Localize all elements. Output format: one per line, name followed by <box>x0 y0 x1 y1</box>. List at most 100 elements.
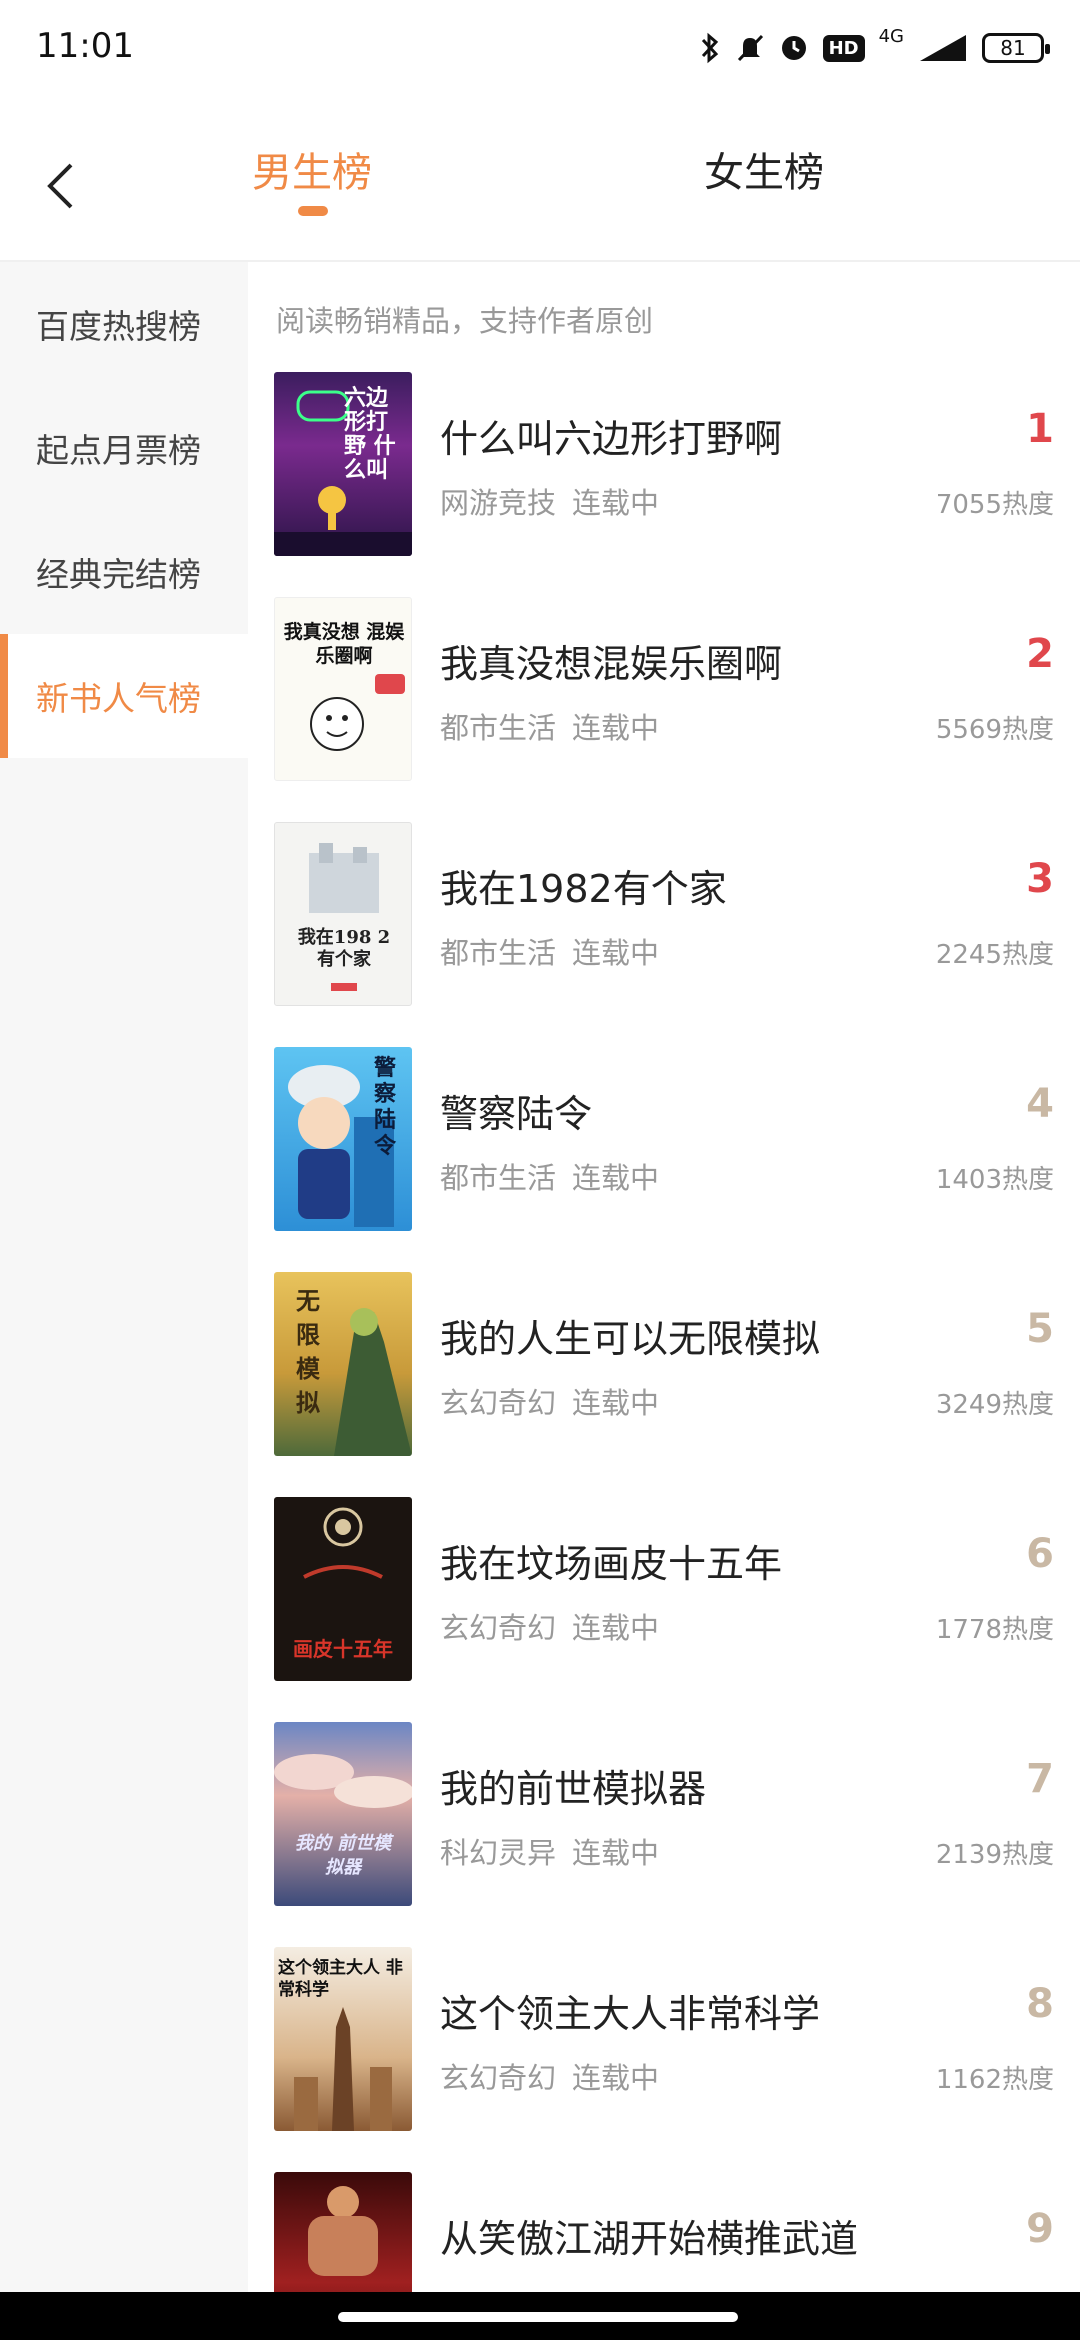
book-meta: 都市生活 连载中 <box>440 705 659 747</box>
book-status: 连载中 <box>572 1161 660 1195</box>
top-header: 男生榜 女生榜 <box>0 96 1080 262</box>
book-cover: 警察陆令 <box>274 1047 412 1231</box>
rank-number: 5 <box>1026 1306 1054 1352</box>
rank-number: 2 <box>1026 631 1054 677</box>
book-genre: 科幻灵异 <box>440 1836 557 1870</box>
book-cover: 我在198 2有个家 <box>274 822 412 1006</box>
book-cover: 画皮十五年 <box>274 1497 412 1681</box>
alarm-icon <box>781 36 806 60</box>
book-title: 什么叫六边形打野啊 <box>440 417 783 461</box>
cover-art <box>308 2186 378 2276</box>
book-row[interactable]: 画皮十五年 我在坟场画皮十五年 玄幻奇幻 连载中 6 1778热度 <box>248 1497 1080 1722</box>
heat-count: 7055热度 <box>935 490 1054 520</box>
book-genre: 网游竞技 <box>440 486 557 520</box>
list-subtitle: 阅读畅销精品，支持作者原创 <box>276 304 654 338</box>
book-title: 从笑傲江湖开始横推武道 <box>440 2217 859 2261</box>
book-meta: 玄幻奇幻 连载中 <box>440 1605 659 1647</box>
book-row[interactable]: 六边形打野 什么叫 什么叫六边形打野啊 网游竞技 连载中 1 7055热度 <box>248 372 1080 597</box>
sidebar-item-classic-finished[interactable]: 经典完结榜 <box>0 510 248 634</box>
heat-count: 1778热度 <box>935 1615 1054 1645</box>
cover-text: 警察陆令 <box>374 1055 397 1159</box>
book-cover: 我的 前世模拟器 <box>274 1722 412 1906</box>
book-status: 连载中 <box>572 711 660 745</box>
signal-icon <box>920 35 966 61</box>
heat-count: 1162热度 <box>935 2065 1054 2095</box>
book-title: 这个领主大人非常科学 <box>440 1992 821 2036</box>
cover-text: 我在198 2有个家 <box>297 927 391 970</box>
rank-number: 9 <box>1026 2206 1054 2252</box>
book-row[interactable]: 这个领主大人 非常科学 这个领主大人非常科学 玄幻奇幻 连载中 8 1162热度 <box>248 1947 1080 2172</box>
book-meta: 玄幻奇幻 连载中 <box>440 2055 659 2097</box>
book-genre: 都市生活 <box>440 711 557 745</box>
book-title: 警察陆令 <box>440 1092 593 1136</box>
sidebar-item-baidu-hot[interactable]: 百度热搜榜 <box>0 262 248 386</box>
book-cover <box>274 2172 412 2292</box>
status-icons: HD 4G 81 <box>699 24 1050 72</box>
back-arrow-icon <box>47 163 73 209</box>
book-status: 连载中 <box>572 936 660 970</box>
cover-text: 画皮十五年 <box>293 1637 393 1661</box>
bluetooth-icon <box>701 32 718 64</box>
book-row[interactable]: 我在198 2有个家 我在1982有个家 都市生活 连载中 3 2245热度 <box>248 822 1080 1047</box>
book-status: 连载中 <box>572 1836 660 1870</box>
book-row[interactable]: 我的 前世模拟器 我的前世模拟器 科幻灵异 连载中 7 2139热度 <box>248 1722 1080 1947</box>
book-meta: 科幻灵异 连载中 <box>440 1830 659 1872</box>
book-cover: 我真没想 混娱乐圈啊 <box>274 597 412 781</box>
heat-count: 2139热度 <box>935 1840 1054 1870</box>
book-row[interactable]: 警察陆令 警察陆令 都市生活 连载中 4 1403热度 <box>248 1047 1080 1272</box>
book-title: 我的人生可以无限模拟 <box>440 1317 821 1361</box>
rank-number: 7 <box>1026 1756 1054 1802</box>
book-cover: 无限模拟 <box>274 1272 412 1456</box>
sidebar-item-qidian-monthly[interactable]: 起点月票榜 <box>0 386 248 510</box>
cover-text: 这个领主大人 非常科学 <box>278 1958 403 2000</box>
rank-number: 3 <box>1026 856 1054 902</box>
book-title: 我在1982有个家 <box>440 867 727 911</box>
hd-icon: HD <box>822 34 865 62</box>
book-title: 我真没想混娱乐圈啊 <box>440 642 783 686</box>
rank-number: 6 <box>1026 1531 1054 1577</box>
book-meta: 网游竞技 连载中 <box>440 480 659 522</box>
tab-active-indicator <box>298 206 328 216</box>
book-genre: 都市生活 <box>440 1161 557 1195</box>
rank-number: 4 <box>1026 1081 1054 1127</box>
heat-count: 3249热度 <box>935 1390 1054 1420</box>
home-indicator[interactable] <box>338 2312 738 2322</box>
tab-female-ranking[interactable]: 女生榜 <box>704 140 824 198</box>
book-status: 连载中 <box>572 1386 660 1420</box>
battery-level: 81 <box>1000 36 1026 60</box>
book-title: 我的前世模拟器 <box>440 1767 707 1811</box>
status-time: 11:01 <box>36 26 134 66</box>
rank-number: 1 <box>1026 406 1054 452</box>
cover-text: 六边形打野 什么叫 <box>344 385 396 483</box>
book-status: 连载中 <box>572 486 660 520</box>
book-meta: 都市生活 连载中 <box>440 1155 659 1197</box>
book-genre: 玄幻奇幻 <box>440 1386 557 1420</box>
book-status: 连载中 <box>572 1611 660 1645</box>
book-title: 我在坟场画皮十五年 <box>440 1542 783 1586</box>
book-genre: 玄幻奇幻 <box>440 1611 557 1645</box>
category-sidebar: 百度热搜榜 起点月票榜 经典完结榜 新书人气榜 <box>0 262 248 2292</box>
book-row[interactable]: 从笑傲江湖开始横推武道 9 <box>248 2172 1080 2292</box>
mute-icon <box>737 34 763 62</box>
book-cover: 六边形打野 什么叫 <box>274 372 412 556</box>
heat-count: 2245热度 <box>935 940 1054 970</box>
sidebar-item-new-book-popular[interactable]: 新书人气榜 <box>0 634 248 758</box>
cover-text: 无限模拟 <box>296 1286 320 1417</box>
cover-art <box>309 843 379 991</box>
tab-male-ranking[interactable]: 男生榜 <box>252 140 372 198</box>
status-bar: 11:01 HD 4G 81 <box>0 0 1080 96</box>
book-status: 连载中 <box>572 2061 660 2095</box>
back-button[interactable] <box>30 146 90 226</box>
book-row[interactable]: 我真没想 混娱乐圈啊 我真没想混娱乐圈啊 都市生活 连载中 2 5569热度 <box>248 597 1080 822</box>
heat-count: 5569热度 <box>935 715 1054 745</box>
battery-icon: 81 <box>982 33 1050 63</box>
network-type: 4G <box>878 25 904 47</box>
heat-count: 1403热度 <box>935 1165 1054 1195</box>
book-genre: 都市生活 <box>440 936 557 970</box>
rank-number: 8 <box>1026 1981 1054 2027</box>
cover-text: 我的 前世模拟器 <box>294 1833 392 1878</box>
book-row[interactable]: 无限模拟 我的人生可以无限模拟 玄幻奇幻 连载中 5 3249热度 <box>248 1272 1080 1497</box>
smiley-art <box>310 674 405 751</box>
book-meta: 都市生活 连载中 <box>440 930 659 972</box>
cover-art <box>334 1308 412 1456</box>
